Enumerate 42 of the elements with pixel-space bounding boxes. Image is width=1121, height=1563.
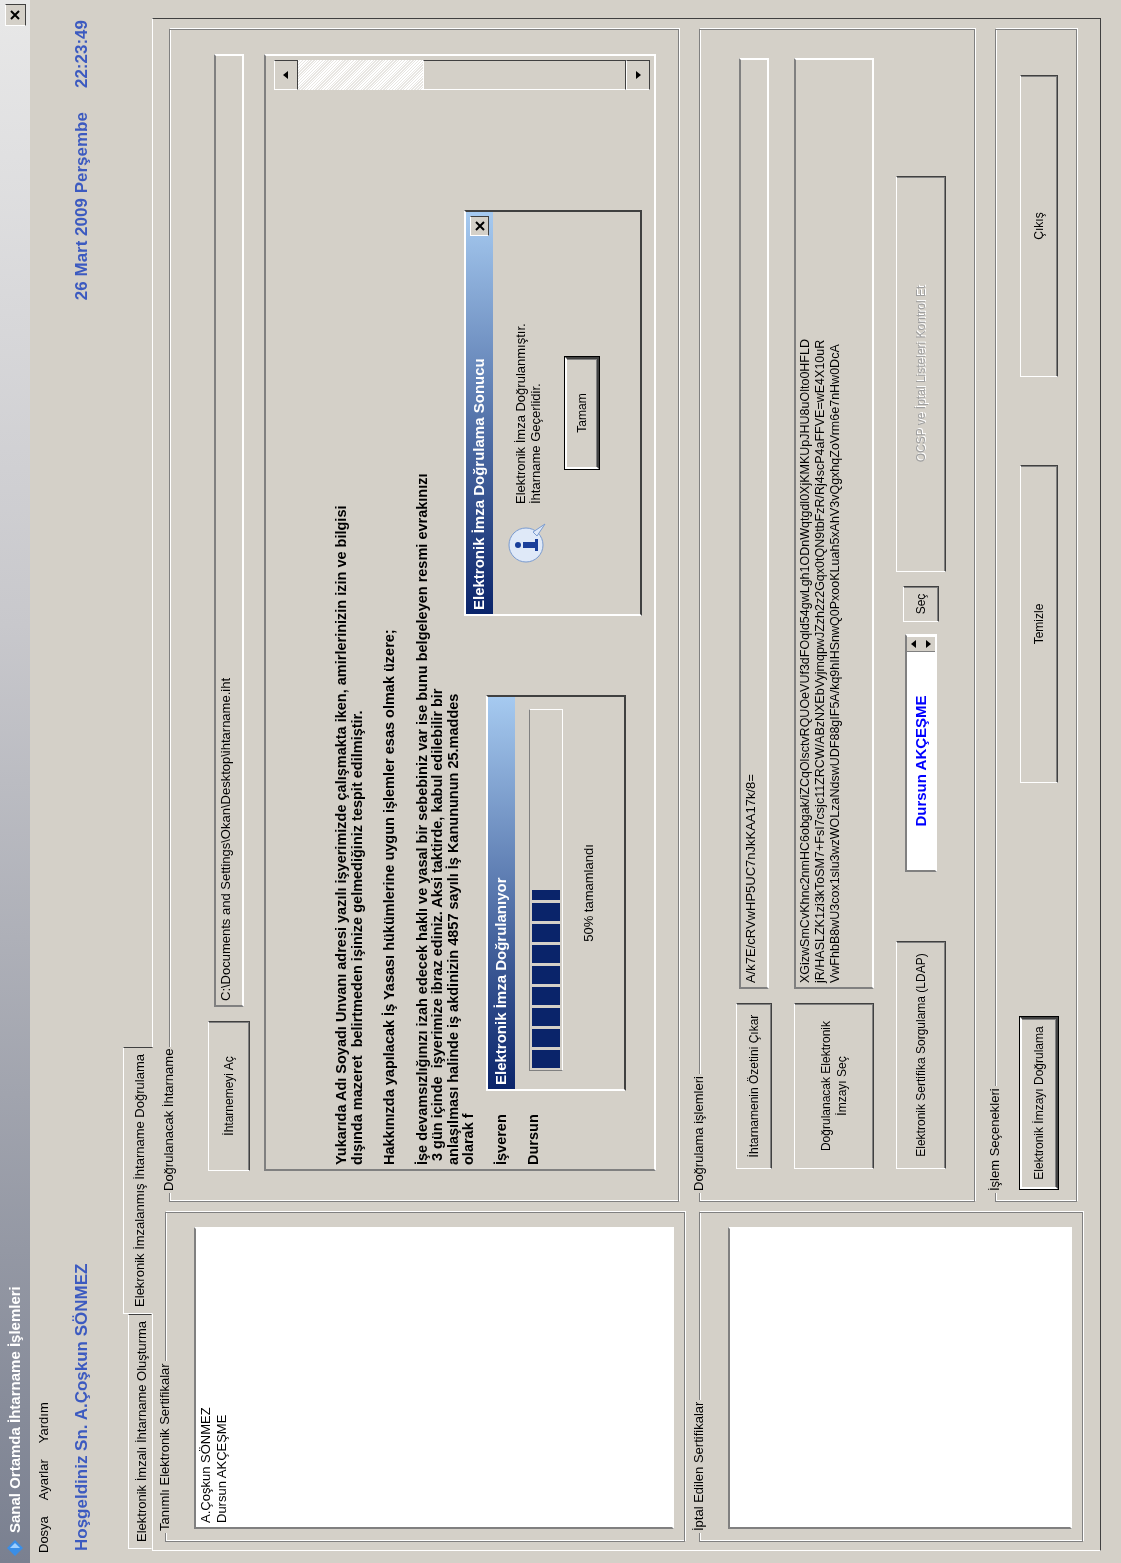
list-item[interactable]: A.Çoşkun SÖNMEZ [198, 1233, 214, 1523]
text-line: Hakkınızda yapılacak İş Yasası hükümlerine uygun işlemler esas olmak üzere; [382, 629, 398, 1165]
text-line: Dursun [526, 1114, 542, 1165]
signature-button[interactable]: Doğrulanacak Elektronik İmzayı Seç [794, 1003, 874, 1169]
text-line: Yukarıda Adı Soyadı Unvanı adresi yazılı işyerimizde çalışmakta iken, amirlerinizin izin ve bilgisi [334, 505, 350, 1165]
text-line: İşe devamsızlığınızı izah edecek haklı ve yasal bir sebebiniz var ise bunu belgeleyen resmi evrakınızı [414, 473, 430, 1165]
digest-field[interactable]: A/k7E/cRVwHP5UC7nJkKAA17k/8= [739, 58, 769, 989]
action-button[interactable]: Temizle [1020, 465, 1058, 783]
menu-item[interactable]: Ayarlar [34, 1459, 54, 1501]
dialog-title: Elektronik İmza Doğrulanıyor [491, 877, 511, 1085]
group-title: Doğrulama işlemleri [691, 1074, 707, 1193]
list-item[interactable]: Dursun AKÇEŞME [214, 1233, 230, 1523]
certificate-select[interactable]: Dursun AKÇEŞME [905, 634, 937, 872]
action-button[interactable]: Çıkış [1020, 75, 1058, 377]
text-line: dışında mazeret belirtmeden işinize gelmediğiniz tespit edilmiştir. [349, 710, 365, 1165]
dialog-message: Elektronik İmza Doğrulanmıştır. İhtarname Geçerlidir. [513, 323, 543, 504]
signature-field[interactable]: XGizwSmCvKhnc2nmHC6obgak/iZCqOlsctvRQUOeVUf3dFOqld54gwLgh1ODnWqtgdl0XjKMKUpJHU8uOlto0HFLD jR/HASLZK1zi3kToSM7+FsI7csjc11ZRCW/ABzNXEbVyjmqpwJZzh2z2Gqx0tQN9tbFzR/Rj4scP4aFFVE=wE4X10uR VwFhbB8wU3cox1slu3wzWOLzaNdswUDF88gIF5A/kq9hIHSnwQ0PxooKLuah5xAhV3vQgxhqZoVrm6e7nHw0DcA [794, 58, 874, 989]
open-button[interactable]: İhtarnemeyi Aç [208, 1021, 250, 1171]
group-title: İptal Edilen Sertifikalar [691, 1399, 707, 1533]
menu-item[interactable]: Yardım [34, 1402, 54, 1444]
text-line: olarak f [461, 1113, 477, 1165]
path-field[interactable]: C:\Documents and Settings\Okan\Desktop\ihtarname.iht [214, 54, 244, 1007]
text-line: anlaşılması halinde iş akdinizin 4857 sayılı İş Kanununun 25.maddes [445, 693, 461, 1165]
text-line: 3 gün içinde işyerimize ibraz ediniz. Aksi taktirde, kabul edilebilir bir [430, 688, 446, 1161]
action-button[interactable]: Elektronik İmzayı Doğrulama [1020, 1017, 1058, 1189]
progress-caption: 50% tamamlandı [581, 844, 596, 942]
window-title: Sanal Ortamda İhtarname İşlemleri [4, 1286, 24, 1533]
group-title: İşlem Seçenekleri [987, 1086, 1003, 1193]
certificate-list[interactable]: A.Çoşkun SÖNMEZ Dursun AKÇEŞME [194, 1227, 674, 1529]
group-title: Doğrulanacak İhtarname [161, 1046, 177, 1193]
dialog-title: Elektronik İmza Doğrulama Sonucu [469, 358, 489, 610]
menu-item[interactable]: Dosya [34, 1516, 54, 1553]
tab[interactable]: Elekronik İmzalanmış İhtarname Doğrulama [123, 1047, 153, 1314]
ldap-button[interactable]: Elektronik Sertifika Sorgulama (LDAP) [896, 941, 946, 1169]
date-text: 26 Mart 2009 Perşembe [71, 112, 93, 301]
ok-button[interactable]: Tamam [565, 357, 599, 469]
text-line: İşveren [493, 1114, 509, 1165]
welcome-text: Hoşgeldiniz Sn. A.Çoşkun SÖNMEZ [71, 1263, 93, 1551]
digest-button[interactable]: İhtarnamenin Özetini Çıkar [736, 1003, 772, 1169]
select-button[interactable]: Seç [903, 586, 939, 622]
clock-text: 22:23:49 [71, 20, 93, 89]
tab[interactable]: Elektronik İmzalı İhtarname Oluşturma [128, 1313, 152, 1549]
